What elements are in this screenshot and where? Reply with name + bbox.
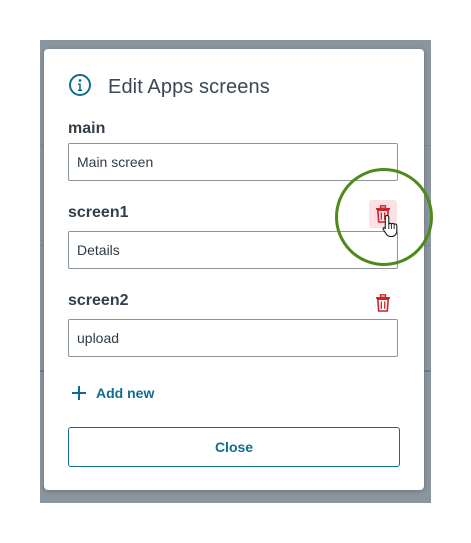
plus-icon xyxy=(72,386,86,400)
delete-screen1-button[interactable] xyxy=(369,200,397,228)
screen-name-input-screen2[interactable] xyxy=(68,319,398,357)
screen-label-screen2: screen2 xyxy=(68,292,129,309)
add-new-label: Add new xyxy=(96,385,155,401)
edit-apps-screens-dialog: Edit Apps screens main screen1 screen2 xyxy=(44,49,424,490)
screen-name-input-main[interactable] xyxy=(68,143,398,181)
dialog-header: Edit Apps screens xyxy=(68,73,270,102)
delete-screen2-button[interactable] xyxy=(369,289,397,317)
screen-label-screen1: screen1 xyxy=(68,204,129,221)
screen-label-main: main xyxy=(68,120,106,137)
screen-name-input-screen1[interactable] xyxy=(68,231,398,269)
info-circle-icon xyxy=(68,73,92,102)
dialog-title: Edit Apps screens xyxy=(108,75,270,98)
add-new-screen-link[interactable]: Add new xyxy=(72,385,154,401)
close-button[interactable]: Close xyxy=(68,427,400,467)
trash-icon xyxy=(375,294,391,312)
trash-icon xyxy=(375,205,391,223)
